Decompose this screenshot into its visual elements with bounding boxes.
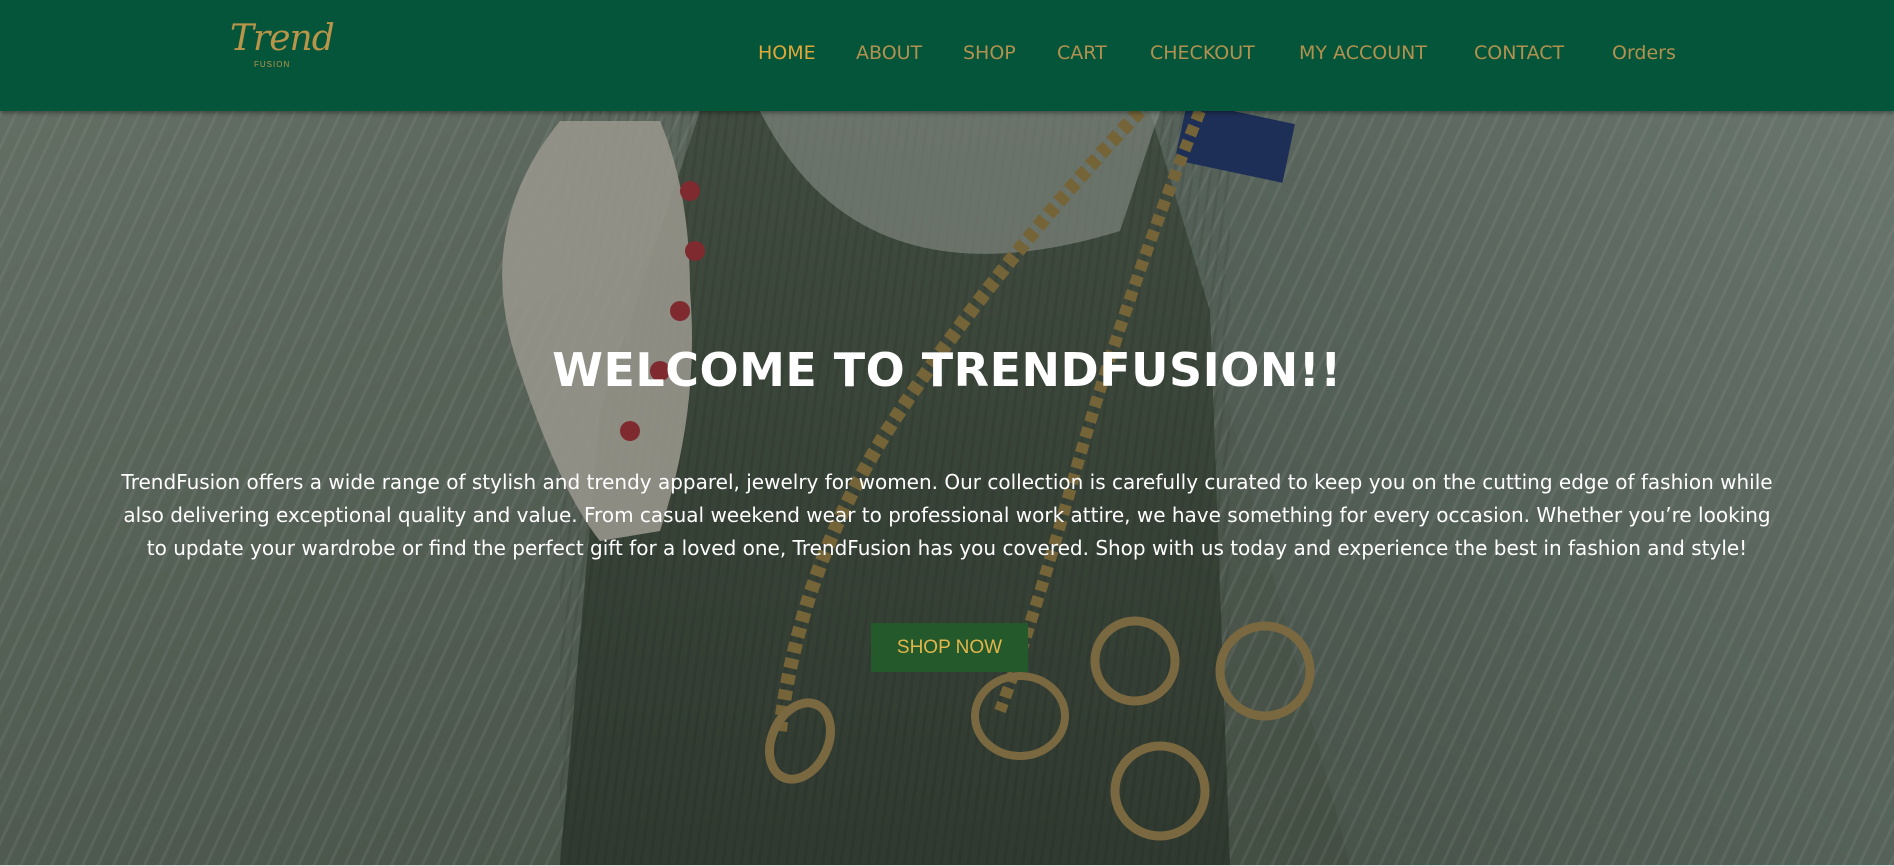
hero-banner: WELCOME TO TRENDFUSION!! TrendFusion off… (0, 111, 1894, 865)
nav-item-contact[interactable]: CONTACT (1474, 38, 1564, 68)
nav-item-about[interactable]: ABOUT (856, 38, 922, 68)
nav-item-checkout[interactable]: CHECKOUT (1150, 38, 1255, 68)
nav-item-orders[interactable]: Orders (1612, 38, 1676, 68)
nav-item-cart[interactable]: CART (1057, 38, 1107, 68)
nav-item-my-account[interactable]: MY ACCOUNT (1299, 38, 1427, 68)
shop-now-button[interactable]: SHOP NOW (871, 623, 1028, 672)
hero-description: TrendFusion offers a wide range of styli… (121, 470, 1773, 560)
site-header: Trend FUSION HOME ABOUT SHOP CART CHECKO… (0, 0, 1894, 111)
nav-item-shop[interactable]: SHOP (963, 38, 1016, 68)
nav-item-home[interactable]: HOME (758, 38, 816, 68)
hero-title: WELCOME TO TRENDFUSION!! (552, 343, 1342, 397)
main-navigation: HOME ABOUT SHOP CART CHECKOUT MY ACCOUNT… (0, 38, 1894, 68)
